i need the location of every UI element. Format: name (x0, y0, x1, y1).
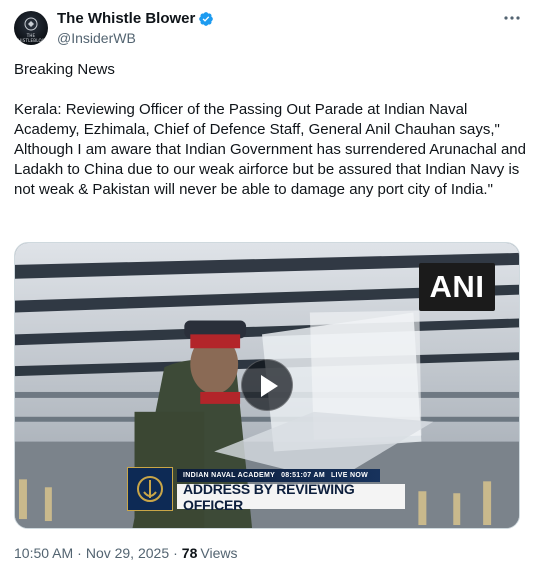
naval-academy-logo (127, 467, 173, 511)
tweet-time[interactable]: 10:50 AM (14, 545, 73, 561)
lower-third-banner: INDIAN NAVAL ACADEMY 08:51:07 AM LIVE NO… (127, 465, 407, 513)
meta-separator-2: · (173, 545, 178, 561)
tweet-headline: Breaking News (14, 61, 115, 78)
whistle-logo-icon (24, 17, 38, 31)
verified-badge-icon (199, 11, 214, 26)
tweet-card: THE WHISTLEBLOWER The Whistle Blower @In… (0, 0, 535, 575)
tweet-text: Breaking News Kerala: Reviewing Officer … (14, 60, 526, 200)
views-label: Views (200, 545, 238, 561)
avatar[interactable]: THE WHISTLEBLOWER (14, 11, 48, 45)
lower-third-time: 08:51:07 AM (281, 472, 325, 479)
views-count: 78 (181, 545, 198, 561)
play-icon (261, 375, 278, 397)
tweet-meta: 10:50 AM · Nov 29, 2025 · 78 Views (14, 545, 237, 561)
display-name[interactable]: The Whistle Blower (57, 10, 195, 27)
avatar-label: THE WHISTLEBLOWER (14, 33, 48, 43)
video-player[interactable]: ANI INDIAN NAVAL ACADEMY 08:51:07 AM LIV… (14, 242, 520, 529)
tweet-date[interactable]: Nov 29, 2025 (86, 545, 169, 561)
lower-third-title: ADDRESS BY REVIEWING OFFICER (177, 481, 405, 513)
more-options-icon[interactable] (502, 10, 522, 26)
lower-third-academy: INDIAN NAVAL ACADEMY (183, 472, 276, 479)
meta-separator: · (77, 545, 82, 561)
lower-third-live: LIVE NOW (330, 472, 368, 479)
tweet-body: Kerala: Reviewing Officer of the Passing… (14, 101, 526, 198)
play-button[interactable] (241, 359, 293, 411)
ani-watermark: ANI (419, 263, 495, 311)
author-name-row: The Whistle Blower (57, 10, 214, 27)
author-handle[interactable]: @InsiderWB (57, 30, 136, 46)
naval-crest-icon (137, 476, 163, 502)
